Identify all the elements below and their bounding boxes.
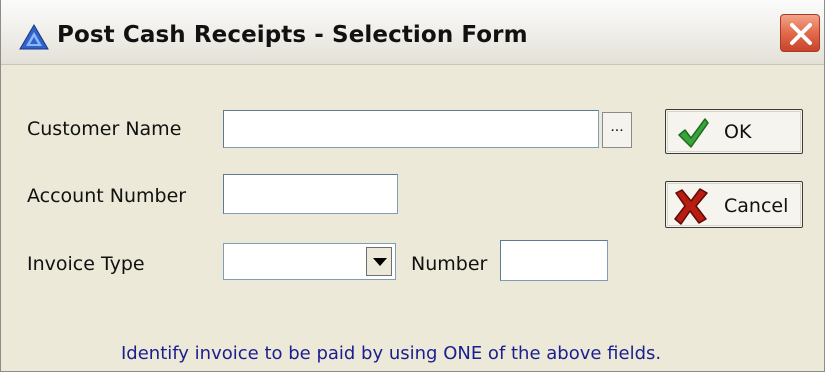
close-button[interactable] [780,14,820,52]
ok-button[interactable]: OK [665,109,803,154]
customer-browse-button[interactable]: ... [602,112,632,148]
chevron-down-icon [373,258,387,266]
checkmark-icon [678,118,709,148]
red-x-icon [674,188,708,225]
invoice-type-label: Invoice Type [27,253,145,275]
title-bar[interactable]: Post Cash Receipts - Selection Form [1,0,824,65]
customer-name-label: Customer Name [27,118,182,140]
account-number-input[interactable] [223,174,398,214]
ok-button-label: OK [724,121,752,143]
customer-name-input[interactable] [223,110,599,148]
window-title: Post Cash Receipts - Selection Form [57,22,528,48]
invoice-type-dropdown-button[interactable] [366,247,392,276]
app-triangle-icon [19,24,49,50]
invoice-type-select[interactable] [223,243,396,280]
cancel-button[interactable]: Cancel [665,181,803,228]
number-input[interactable] [500,240,608,281]
close-icon [790,23,812,45]
cancel-button-label: Cancel [724,195,789,217]
dialog-window: Post Cash Receipts - Selection Form Cust… [0,0,825,372]
instruction-hint: Identify invoice to be paid by using ONE… [121,343,662,364]
number-label: Number [411,253,488,275]
account-number-label: Account Number [27,185,187,207]
